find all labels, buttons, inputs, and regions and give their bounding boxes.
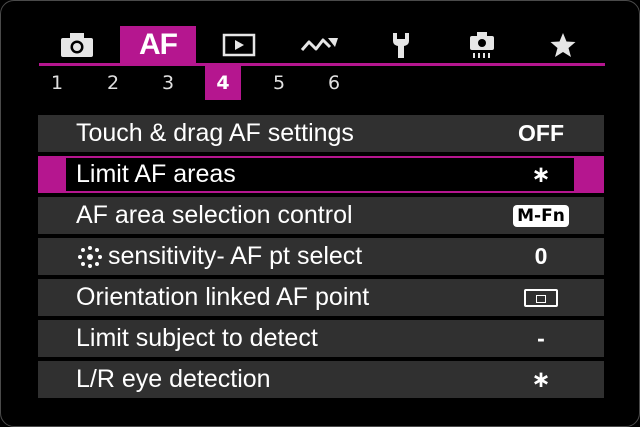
menu-item-touch-drag-af[interactable]: Touch & drag AF settings OFF bbox=[38, 115, 604, 152]
page-3[interactable]: 3 bbox=[150, 66, 186, 100]
page-6[interactable]: 6 bbox=[316, 66, 352, 100]
wireless-icon bbox=[300, 38, 338, 51]
star-icon bbox=[550, 33, 576, 57]
tab-my-menu[interactable] bbox=[525, 26, 601, 64]
menu-item-label: Limit AF areas bbox=[76, 160, 236, 188]
menu-tab-bar: AF bbox=[39, 26, 605, 64]
page-4[interactable]: 4 bbox=[205, 66, 241, 100]
menu-item-value: ∗ bbox=[531, 366, 551, 392]
tab-playback[interactable] bbox=[201, 26, 277, 64]
custom-camera-icon bbox=[470, 32, 494, 58]
menu-item-label: Touch & drag AF settings bbox=[76, 119, 354, 147]
menu-item-limit-af-areas[interactable]: Limit AF areas ∗ bbox=[38, 156, 604, 193]
menu-item-lr-eye-detection[interactable]: L/R eye detection ∗ bbox=[38, 361, 604, 398]
orientation-frame-icon bbox=[524, 288, 558, 307]
menu-item-value: ∗ bbox=[531, 161, 551, 187]
page-2[interactable]: 2 bbox=[95, 66, 131, 100]
menu-item-value: M-Fn bbox=[496, 197, 586, 234]
menu-item-dial-sensitivity[interactable]: sensitivity- AF pt select 0 bbox=[38, 238, 604, 275]
tab-shooting[interactable] bbox=[39, 26, 115, 64]
page-1[interactable]: 1 bbox=[39, 66, 75, 100]
menu-item-af-area-selection-control[interactable]: AF area selection control M-Fn bbox=[38, 197, 604, 234]
menu-item-label: Orientation linked AF point bbox=[76, 283, 370, 311]
menu-item-label: L/R eye detection bbox=[76, 365, 271, 393]
camera-menu-screen: AF 1 2 3 4 5 6 Touch & drag AF settings … bbox=[0, 0, 640, 427]
menu-item-value: OFF bbox=[518, 120, 564, 146]
menu-item-label: AF area selection control bbox=[76, 201, 353, 229]
camera-icon bbox=[61, 33, 93, 57]
menu-item-orientation-linked-af[interactable]: Orientation linked AF point bbox=[38, 279, 604, 316]
wrench-icon bbox=[393, 33, 409, 58]
menu-item-label-text: sensitivity- AF pt select bbox=[108, 242, 363, 270]
m-fn-badge: M-Fn bbox=[513, 204, 569, 227]
menu-item-value: 0 bbox=[534, 243, 548, 269]
menu-item-value bbox=[496, 279, 586, 316]
tab-wireless[interactable] bbox=[282, 26, 358, 64]
af-settings-list: Touch & drag AF settings OFF Limit AF ar… bbox=[38, 115, 604, 401]
menu-item-label: Limit subject to detect bbox=[76, 324, 318, 352]
tab-af-label: AF bbox=[139, 28, 178, 61]
tab-custom-functions[interactable] bbox=[444, 26, 520, 64]
menu-item-limit-subject-detect[interactable]: Limit subject to detect - bbox=[38, 320, 604, 357]
playback-icon bbox=[222, 33, 256, 57]
tab-af[interactable]: AF bbox=[120, 26, 196, 64]
menu-item-value: - bbox=[537, 325, 545, 351]
page-5[interactable]: 5 bbox=[261, 66, 297, 100]
page-selector: 1 2 3 4 5 6 bbox=[39, 66, 359, 100]
menu-item-label: sensitivity- AF pt select bbox=[76, 238, 362, 275]
dial-icon bbox=[78, 246, 102, 269]
tab-setup[interactable] bbox=[363, 26, 439, 64]
